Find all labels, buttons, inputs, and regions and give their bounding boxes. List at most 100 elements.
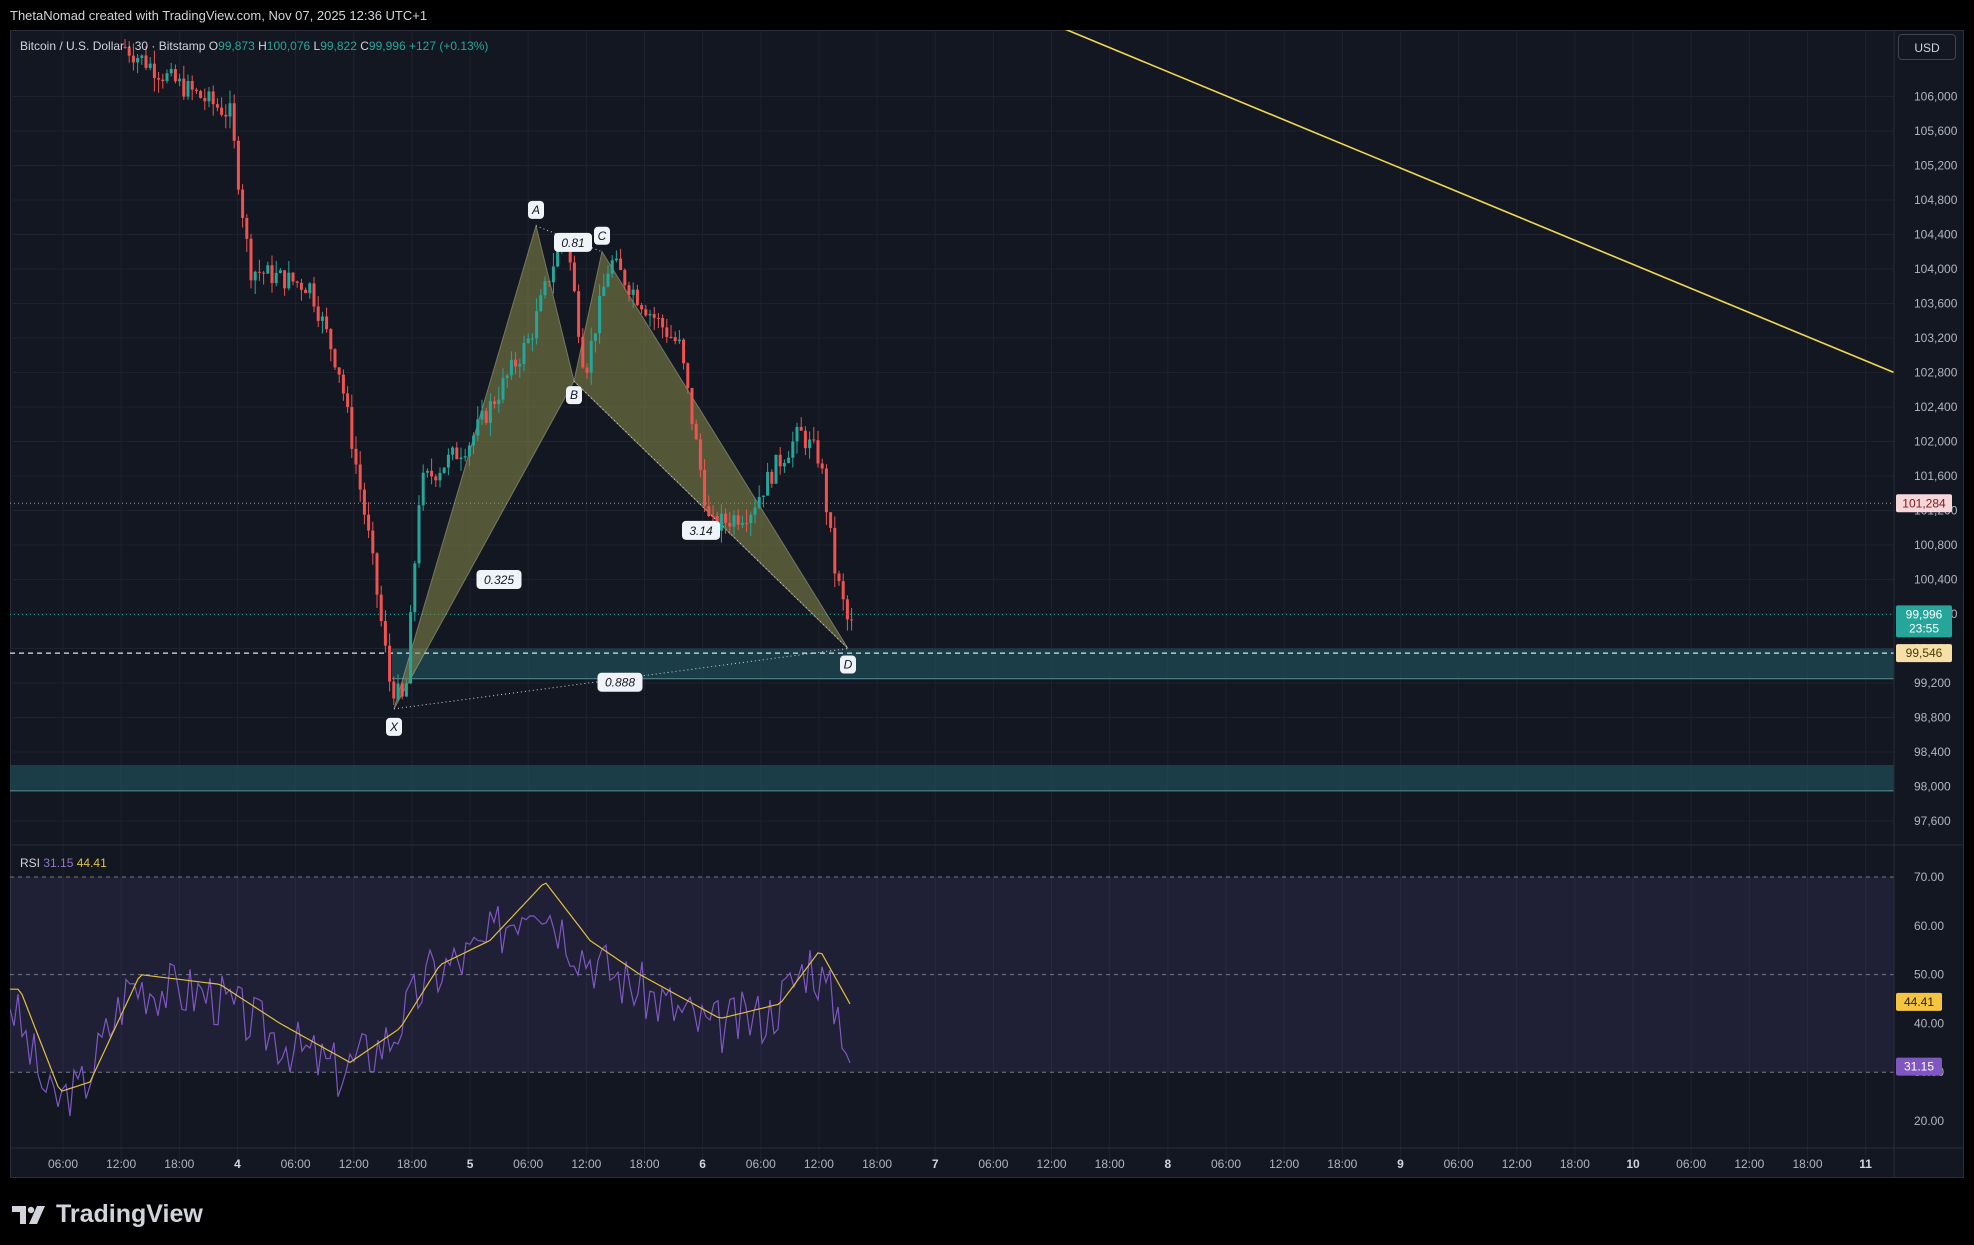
- candle-body: [379, 594, 383, 622]
- candle-body: [295, 281, 299, 283]
- price-tick-label: 101,600: [1914, 469, 1958, 483]
- time-tick-label: 18:00: [397, 1157, 427, 1171]
- candle-body: [753, 507, 757, 515]
- pattern-point-label: B: [570, 388, 578, 402]
- candle-body: [530, 338, 534, 340]
- candle-body: [614, 258, 618, 261]
- candle-body: [425, 470, 429, 473]
- candle-body: [812, 439, 816, 441]
- candle-body: [476, 419, 480, 436]
- candle-body: [514, 359, 518, 367]
- currency-button[interactable]: USD: [1898, 34, 1956, 60]
- candle-body: [488, 401, 492, 423]
- candle-body: [341, 374, 345, 394]
- time-tick-label: 06:00: [1676, 1157, 1706, 1171]
- candle-body: [232, 103, 236, 141]
- candle-body: [367, 514, 371, 531]
- candle-body: [589, 340, 593, 373]
- time-tick-label: 06:00: [48, 1157, 78, 1171]
- time-tick-label: 10: [1626, 1157, 1640, 1171]
- candle-body: [194, 89, 198, 92]
- pattern-triangle-xab: [393, 223, 575, 710]
- tradingview-brand[interactable]: TradingView: [12, 1200, 203, 1229]
- candle-body: [808, 439, 812, 449]
- candle-body: [144, 55, 148, 68]
- candle-body: [682, 339, 686, 364]
- chart-credit: ThetaNomad created with TradingView.com,…: [10, 8, 428, 23]
- candle-body: [186, 80, 190, 97]
- candle-body: [157, 78, 161, 80]
- time-tick-label: 06:00: [978, 1157, 1008, 1171]
- candle-body: [199, 91, 203, 98]
- candle-body: [736, 515, 740, 525]
- pattern-point-label: A: [531, 203, 540, 217]
- candle-body: [421, 472, 425, 506]
- candle-body: [333, 349, 337, 368]
- candle-body: [635, 289, 639, 306]
- candle-body: [757, 496, 761, 508]
- candle-body: [484, 410, 488, 423]
- tradingview-logo-icon: [12, 1205, 45, 1224]
- price-tick-label: 98,800: [1914, 711, 1951, 725]
- candle-body: [770, 471, 774, 484]
- candle-body: [316, 306, 320, 321]
- time-tick-label: 06:00: [513, 1157, 543, 1171]
- candle-body: [690, 387, 694, 424]
- time-tick-label: 12:00: [571, 1157, 601, 1171]
- candle-body: [686, 363, 690, 388]
- time-tick-label: 12:00: [1502, 1157, 1532, 1171]
- candle-body: [320, 316, 324, 321]
- candle-body: [375, 553, 379, 595]
- bottom-bar: [0, 1178, 1974, 1245]
- candle-body: [472, 435, 476, 446]
- candle-body: [215, 104, 219, 108]
- time-tick-label: 06:00: [746, 1157, 776, 1171]
- trendline[interactable]: [947, 30, 1895, 374]
- candle-body: [824, 468, 828, 513]
- candle-body: [749, 514, 753, 524]
- time-axis[interactable]: 06:00 12:00 18:00 4 06:00 12:00 18:00 5 06:00 12:…: [10, 1147, 1964, 1171]
- candle-body: [245, 217, 249, 239]
- time-tick-label: 4: [234, 1157, 241, 1171]
- candle-body: [362, 489, 366, 515]
- candle-body: [287, 272, 291, 289]
- candle-body: [413, 563, 417, 613]
- candle-body: [761, 495, 765, 497]
- candle-body: [602, 286, 606, 296]
- candle-body: [677, 339, 681, 342]
- candle-body: [312, 283, 316, 307]
- candle-body: [451, 447, 455, 455]
- candle-body: [161, 79, 165, 82]
- candle-body: [509, 359, 513, 376]
- candle-body: [623, 270, 627, 286]
- candle-body: [816, 440, 820, 464]
- time-tick-label: 06:00: [1444, 1157, 1474, 1171]
- candle-body: [308, 283, 312, 294]
- chart-canvas[interactable]: XABCD0.810.3253.140.888 106,000105,60010…: [10, 30, 1964, 1178]
- candle-body: [388, 645, 392, 682]
- symbol-legend: Bitcoin / U.S. Dollar · 30 · Bitstamp O9…: [20, 39, 488, 53]
- candle-body: [383, 621, 387, 646]
- candle-body: [434, 476, 438, 481]
- candle-body: [493, 401, 497, 405]
- pattern-point-label: D: [844, 658, 853, 672]
- support-zones: [10, 648, 1894, 792]
- candle-body: [606, 273, 610, 287]
- candle-body: [455, 447, 459, 460]
- price-tick-label: 104,400: [1914, 228, 1958, 242]
- ratio-label: 3.14: [689, 524, 713, 538]
- brand-name: TradingView: [56, 1200, 203, 1228]
- candle-body: [631, 289, 635, 295]
- candle-body: [266, 265, 270, 274]
- candle-body: [661, 317, 665, 328]
- candle-body: [598, 295, 602, 334]
- candle-body: [820, 463, 824, 469]
- pattern-triangle-bcd: [573, 250, 849, 649]
- candle-body: [837, 573, 841, 582]
- candle-body: [535, 311, 539, 339]
- time-tick-label: 06:00: [281, 1157, 311, 1171]
- price-axis[interactable]: 106,000 105,600 105,200 104,800 104,400 104,0…: [1893, 30, 1958, 1178]
- candle-body: [619, 258, 623, 271]
- candle-body: [430, 470, 434, 477]
- time-tick-label: 18:00: [862, 1157, 892, 1171]
